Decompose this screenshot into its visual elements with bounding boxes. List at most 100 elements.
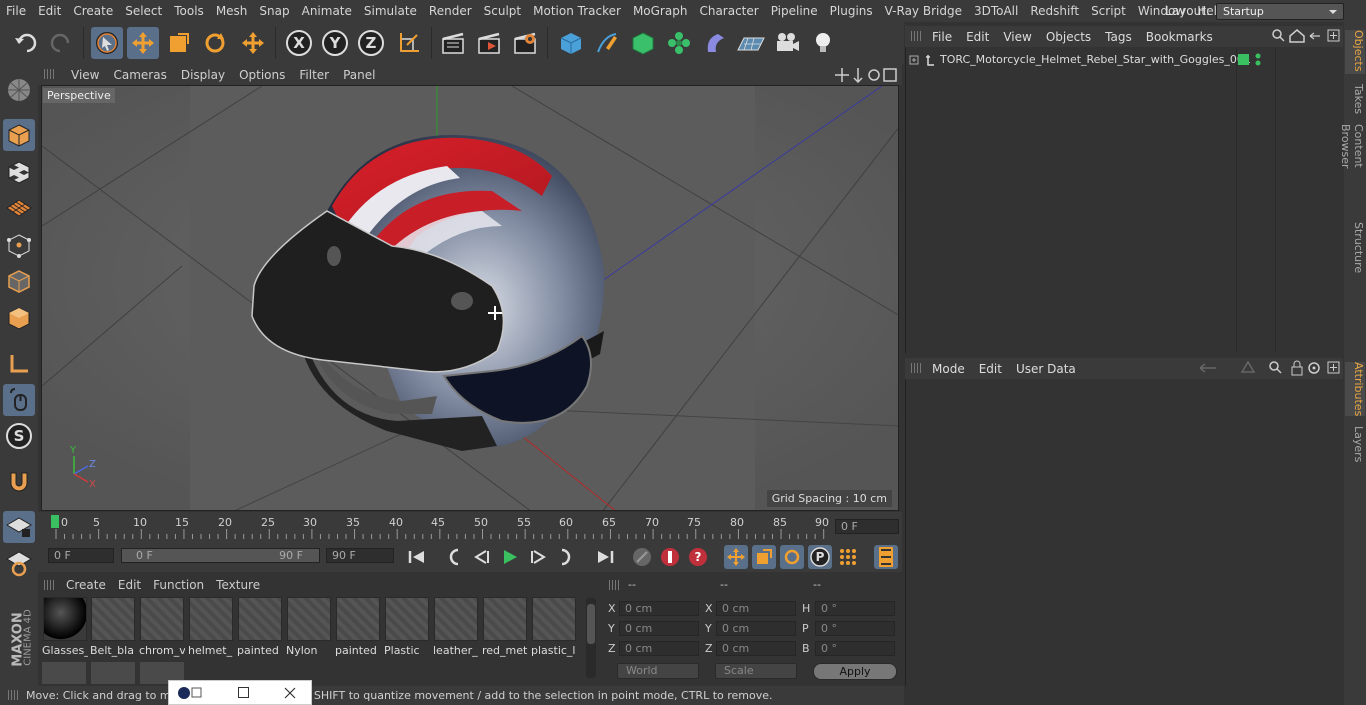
- material-scrollbar[interactable]: [586, 598, 596, 678]
- position-z-field[interactable]: 0 cm: [619, 641, 699, 656]
- menu-motion-tracker[interactable]: Motion Tracker: [527, 0, 627, 22]
- viewport-camera-label[interactable]: Perspective: [43, 88, 115, 103]
- attribute-menu-user-data[interactable]: User Data: [1009, 362, 1083, 376]
- material-menu-create[interactable]: Create: [60, 578, 112, 592]
- object-menu-view[interactable]: View: [996, 30, 1038, 44]
- key-scale-button[interactable]: [752, 545, 776, 569]
- menu-pipeline[interactable]: Pipeline: [765, 0, 824, 22]
- go-to-start-button[interactable]: [405, 545, 429, 569]
- size-x-field[interactable]: 0 cm: [716, 601, 796, 616]
- apply-button[interactable]: Apply: [813, 663, 897, 680]
- polygons-mode-button[interactable]: [3, 302, 35, 334]
- menu-script[interactable]: Script: [1085, 0, 1132, 22]
- key-position-button[interactable]: [724, 545, 748, 569]
- menu-tools[interactable]: Tools: [168, 0, 210, 22]
- record-active-objects-button[interactable]: [658, 545, 682, 569]
- workplane-mode-button[interactable]: [3, 192, 35, 224]
- navigation-icon[interactable]: [834, 67, 898, 84]
- model-mode-button[interactable]: [3, 119, 35, 151]
- planar-workplane-button[interactable]: [3, 547, 35, 579]
- redo-button[interactable]: [45, 27, 77, 59]
- menu-file[interactable]: File: [0, 0, 32, 22]
- size-z-field[interactable]: 0 cm: [716, 641, 796, 656]
- object-menu-file[interactable]: File: [925, 30, 959, 44]
- previous-frame-button[interactable]: [470, 545, 494, 569]
- object-menu-tags[interactable]: Tags: [1098, 30, 1139, 44]
- viewport-menu-options[interactable]: Options: [232, 68, 292, 82]
- texture-mode-button[interactable]: [3, 156, 35, 188]
- material-swatch[interactable]: chrom_v: [139, 597, 185, 657]
- tab-takes[interactable]: Takes: [1345, 84, 1365, 114]
- menu-redshift[interactable]: Redshift: [1024, 0, 1085, 22]
- floor-button[interactable]: [735, 27, 767, 59]
- layer-color-swatch[interactable]: [1238, 54, 1249, 65]
- current-frame-field[interactable]: 0 F: [835, 519, 899, 534]
- next-frame-button[interactable]: [526, 545, 550, 569]
- subdivision-surface-button[interactable]: [627, 27, 659, 59]
- taskbar-preview-popup[interactable]: [168, 680, 312, 705]
- layout-select[interactable]: Startup: [1216, 2, 1344, 20]
- new-panel-icon[interactable]: [1327, 29, 1340, 42]
- material-swatch[interactable]: leather_: [433, 597, 479, 657]
- material-swatch[interactable]: painted: [237, 597, 283, 657]
- viewport-menu-panel[interactable]: Panel: [336, 68, 382, 82]
- coordinate-mode-select[interactable]: World: [617, 663, 699, 679]
- position-x-field[interactable]: 0 cm: [619, 601, 699, 616]
- y-axis-button[interactable]: Y: [319, 27, 351, 59]
- attribute-grip[interactable]: [911, 363, 921, 373]
- tab-content-browser[interactable]: Content Browser: [1339, 124, 1365, 208]
- material-swatch[interactable]: Belt_bla: [90, 597, 136, 657]
- timeline-playhead[interactable]: [51, 515, 59, 528]
- menu-snap[interactable]: Snap: [253, 0, 295, 22]
- size-y-field[interactable]: 0 cm: [716, 621, 796, 636]
- menu-vray-bridge[interactable]: V-Ray Bridge: [879, 0, 968, 22]
- material-swatch[interactable]: Plastic: [384, 597, 430, 657]
- coordinate-system-button[interactable]: [393, 27, 425, 59]
- expand-icon[interactable]: [909, 54, 937, 68]
- rotation-h-field[interactable]: 0 °: [815, 601, 895, 616]
- cube-primitive-button[interactable]: [555, 27, 587, 59]
- material-swatch[interactable]: painted: [335, 597, 381, 657]
- material-menu-function[interactable]: Function: [147, 578, 210, 592]
- viewport-menu-filter[interactable]: Filter: [292, 68, 336, 82]
- tab-attributes[interactable]: Attributes: [1345, 362, 1365, 416]
- home-icon[interactable]: [1289, 29, 1305, 43]
- perspective-viewport[interactable]: Perspective Y Z X Grid Spacing : 10 cm: [41, 85, 899, 511]
- menu-sculpt[interactable]: Sculpt: [478, 0, 527, 22]
- tweak-mode-button[interactable]: [3, 384, 35, 416]
- play-button[interactable]: [498, 545, 522, 569]
- material-menu-edit[interactable]: Edit: [112, 578, 147, 592]
- render-settings-button[interactable]: [509, 27, 541, 59]
- timeline-window-button[interactable]: [874, 545, 898, 569]
- material-scroll-thumb[interactable]: [587, 604, 595, 644]
- deformer-button[interactable]: [699, 27, 731, 59]
- z-axis-button[interactable]: Z: [355, 27, 387, 59]
- menu-plugins[interactable]: Plugins: [824, 0, 879, 22]
- lock-icon[interactable]: [1291, 360, 1303, 376]
- previous-key-button[interactable]: [442, 545, 466, 569]
- edges-mode-button[interactable]: [3, 265, 35, 297]
- size-mode-select[interactable]: Scale: [715, 663, 797, 679]
- autokeying-button[interactable]: ?: [686, 545, 710, 569]
- material-swatch[interactable]: Glasses_: [42, 597, 88, 657]
- search-icon[interactable]: [1269, 361, 1282, 374]
- menu-mesh[interactable]: Mesh: [210, 0, 254, 22]
- menu-select[interactable]: Select: [119, 0, 168, 22]
- object-name[interactable]: TORC_Motorcycle_Helmet_Rebel_Star_with_G…: [940, 53, 1251, 66]
- object-menu-objects[interactable]: Objects: [1039, 30, 1098, 44]
- coords-grip[interactable]: [609, 580, 619, 590]
- material-swatch[interactable]: plastic_l: [531, 597, 577, 657]
- new-panel-icon[interactable]: [1327, 361, 1340, 374]
- viewport-menu-display[interactable]: Display: [174, 68, 232, 82]
- menu-simulate[interactable]: Simulate: [358, 0, 423, 22]
- menu-edit[interactable]: Edit: [32, 0, 67, 22]
- attribute-menu-edit[interactable]: Edit: [972, 362, 1009, 376]
- visibility-dots-icon[interactable]: [1254, 52, 1262, 68]
- recent-tools-button[interactable]: [237, 27, 269, 59]
- camera-button[interactable]: [771, 27, 803, 59]
- points-mode-button[interactable]: [3, 229, 35, 261]
- rotate-tool-button[interactable]: [199, 27, 231, 59]
- scale-tool-button[interactable]: [163, 27, 195, 59]
- material-swatch[interactable]: red_met: [482, 597, 528, 657]
- start-frame-field[interactable]: 0 F: [48, 548, 114, 563]
